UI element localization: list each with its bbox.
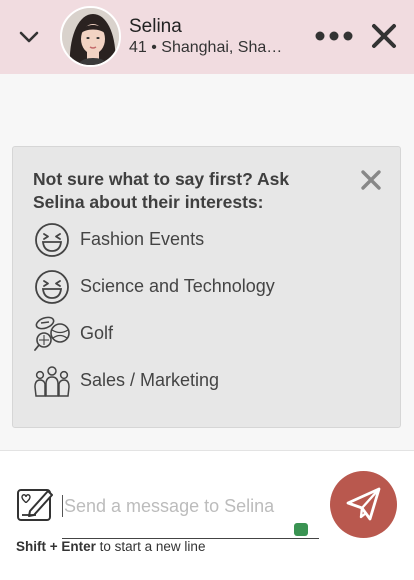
grammar-assistant-icon[interactable]	[294, 523, 308, 536]
chat-header: Selina 41 • Shanghai, Shanghai, China	[0, 0, 414, 74]
message-input[interactable]	[62, 489, 319, 539]
send-button[interactable]	[330, 471, 397, 538]
dismiss-suggestions-icon[interactable]	[360, 169, 382, 191]
interest-golf[interactable]: Golf	[33, 315, 373, 353]
interest-science-and-technology[interactable]: Science and Technology	[33, 268, 373, 306]
paper-plane-icon	[346, 487, 381, 521]
hint-keys: Shift + Enter	[16, 539, 96, 554]
icebreaker-note-icon[interactable]	[16, 485, 54, 523]
newline-hint: Shift + Enter to start a new line	[16, 539, 205, 554]
interest-label: Fashion Events	[80, 229, 205, 249]
hint-text: to start a new line	[95, 539, 206, 554]
contact-details: 41 • Shanghai, Shanghai, China	[129, 39, 289, 56]
interest-sales-marketing[interactable]: Sales / Marketing	[33, 362, 373, 400]
interest-label: Science and Technology	[80, 276, 275, 296]
grin-face-icon	[35, 223, 69, 257]
close-icon[interactable]	[370, 22, 398, 50]
message-composer: Shift + Enter to start a new line	[0, 450, 414, 580]
suggestions-title: Not sure what to say first? Ask Selina a…	[33, 169, 290, 212]
interest-fashion-events[interactable]: Fashion Events	[33, 221, 373, 259]
text-caret	[62, 495, 63, 517]
interest-suggestions-card: Not sure what to say first? Ask Selina a…	[12, 146, 401, 428]
interest-label: Golf	[80, 323, 114, 343]
avatar[interactable]	[60, 6, 121, 67]
people-group-icon	[34, 366, 70, 397]
more-dots-icon[interactable]	[313, 28, 355, 44]
contact-name: Selina	[129, 16, 182, 37]
chevron-down-icon[interactable]	[16, 24, 42, 50]
grin-face-icon	[35, 270, 69, 304]
sports-balls-icon	[34, 316, 70, 351]
interest-label: Sales / Marketing	[80, 370, 220, 390]
